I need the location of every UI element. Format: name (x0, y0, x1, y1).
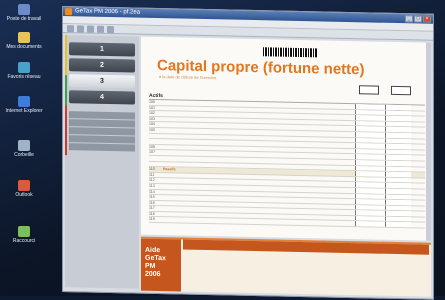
toolbar-button[interactable] (77, 25, 84, 33)
sidebar-button[interactable] (69, 119, 135, 128)
vertical-scrollbar[interactable] (426, 42, 431, 241)
toolbar-button[interactable] (107, 25, 114, 34)
help-text (185, 252, 425, 292)
app-window: GeTax PM 2006 - pf.2ea _ □ × 1 2 3 4 Cap… (62, 6, 434, 300)
year-column-1 (359, 85, 379, 95)
desktop-icon[interactable]: Poste de travail (2, 4, 46, 22)
window-title: GeTax PM 2006 - pf.2ea (75, 8, 141, 16)
desktop-icon[interactable]: Favoris réseau (2, 62, 46, 80)
sidebar-button[interactable] (69, 127, 135, 136)
sidebar-button[interactable] (69, 111, 135, 120)
desktop-icon[interactable]: Mes documents (2, 32, 46, 50)
toolbar-button[interactable] (67, 25, 74, 33)
shortcut-icon (18, 226, 30, 237)
year-column-2 (391, 85, 411, 96)
desktop-icon[interactable]: Raccourci (2, 226, 46, 244)
minimize-button[interactable]: _ (405, 15, 413, 23)
sidebar-button[interactable] (69, 143, 135, 152)
close-button[interactable]: × (423, 15, 431, 23)
toolbar-button[interactable] (87, 25, 94, 33)
browser-icon (18, 96, 30, 107)
help-panel: Aide GeTax PM 2006 (141, 236, 431, 297)
tab-1[interactable]: 1 (69, 42, 135, 57)
capital-form: Actifs 100 101 102 103 104 105 106 107 1… (149, 92, 425, 239)
app-icon (65, 8, 72, 16)
help-label: Aide GeTax PM 2006 (141, 238, 181, 292)
desktop-icon[interactable]: Outlook (2, 180, 46, 198)
folder-icon (18, 32, 30, 43)
recycle-bin-icon (18, 140, 30, 151)
mail-icon (18, 180, 30, 191)
maximize-button[interactable]: □ (414, 15, 422, 23)
page-subtitle: à la date de clôture de l'exercice (159, 74, 217, 81)
desktop-icon[interactable]: Corbeille (2, 140, 46, 158)
form-page: Capital propre (fortune nette) à la date… (141, 36, 431, 241)
tab-3[interactable]: 3 (69, 74, 135, 89)
tab-2[interactable]: 2 (69, 58, 135, 73)
network-icon (18, 62, 30, 73)
tab-4[interactable]: 4 (69, 90, 135, 105)
desktop-icon[interactable]: Internet Explorer (2, 96, 46, 114)
sidebar: 1 2 3 4 (65, 35, 139, 289)
sidebar-button[interactable] (69, 135, 135, 144)
computer-icon (18, 4, 30, 15)
barcode (263, 47, 317, 58)
toolbar-button[interactable] (97, 25, 104, 33)
